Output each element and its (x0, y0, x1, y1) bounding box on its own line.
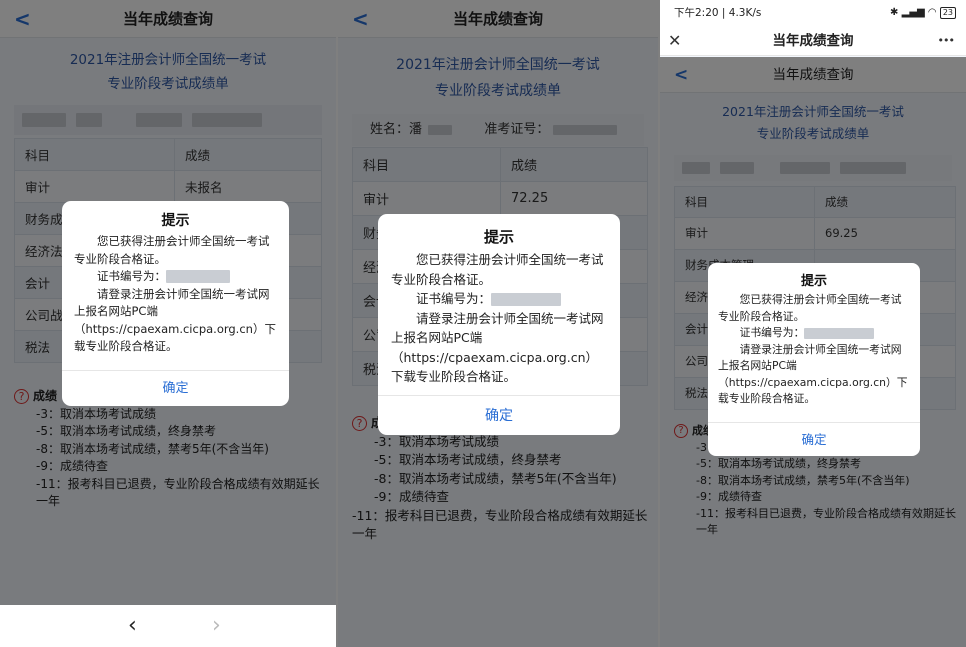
dialog-text-1: 您已获得注册会计师全国统一考试专业阶段合格证。 (718, 292, 910, 325)
screenshot-panel-1: < 当年成绩查询 2021年注册会计师全国统一考试 专业阶段考试成绩单 科目 成… (0, 0, 336, 647)
dialog-body: 您已获得注册会计师全国统一考试专业阶段合格证。 证书编号为： 请登录注册会计师全… (378, 248, 620, 387)
redacted-cert-number (166, 270, 230, 283)
signal-icon: ▂▄▆ (902, 7, 925, 18)
status-time: 下午2:20 | 4.3K/s (674, 7, 761, 19)
dialog-body: 您已获得注册会计师全国统一考试专业阶段合格证。 证书编号为： 请登录注册会计师全… (708, 291, 920, 408)
more-icon[interactable]: ••• (938, 26, 954, 56)
cert-label: 证书编号为： (97, 269, 166, 283)
dialog-text-1: 您已获得注册会计师全国统一考试专业阶段合格证。 (74, 233, 277, 268)
dialog-text-2: 请登录注册会计师全国统一考试网上报名网站PC端（https://cpaexam.… (391, 309, 607, 387)
browser-top-bar: ✕ 当年成绩查询 ••• (660, 26, 966, 56)
confirm-button[interactable]: 确定 (62, 370, 289, 406)
dialog-title: 提示 (62, 211, 289, 231)
nav-prev-icon[interactable]: ‹ (128, 605, 137, 647)
status-bar: 下午2:20 | 4.3K/s ✱ ▂▄▆ ◠ 23 (660, 0, 966, 26)
dialog-title: 提示 (708, 272, 920, 291)
redacted-cert-number (804, 328, 874, 339)
confirm-button[interactable]: 确定 (708, 422, 920, 456)
cert-label: 证书编号为： (416, 291, 491, 306)
redacted-cert-number (491, 293, 561, 306)
dialog-text-2: 请登录注册会计师全国统一考试网上报名网站PC端（https://cpaexam.… (74, 286, 277, 356)
confirm-button[interactable]: 确定 (378, 395, 620, 435)
browser-title: 当年成绩查询 (660, 26, 966, 56)
dialog-body: 您已获得注册会计师全国统一考试专业阶段合格证。 证书编号为： 请登录注册会计师全… (62, 231, 289, 356)
dialog-title: 提示 (378, 226, 620, 248)
nav-next-icon[interactable]: › (212, 605, 221, 647)
alert-dialog: 提示 您已获得注册会计师全国统一考试专业阶段合格证。 证书编号为： 请登录注册会… (62, 201, 289, 406)
bluetooth-icon: ✱ (890, 7, 898, 18)
screenshot-panel-2: < 当年成绩查询 2021年注册会计师全国统一考试 专业阶段考试成绩单 姓名：潘… (338, 0, 658, 647)
screenshot-panel-3: 下午2:20 | 4.3K/s ✱ ▂▄▆ ◠ 23 ✕ 当年成绩查询 ••• … (660, 0, 966, 647)
battery-icon: 23 (940, 7, 956, 19)
browser-bottom-bar: ‹ › (0, 605, 336, 647)
wifi-icon: ◠ (928, 7, 937, 18)
dialog-text-1: 您已获得注册会计师全国统一考试专业阶段合格证。 (391, 250, 607, 289)
dialog-text-2: 请登录注册会计师全国统一考试网上报名网站PC端（https://cpaexam.… (718, 342, 910, 408)
alert-dialog: 提示 您已获得注册会计师全国统一考试专业阶段合格证。 证书编号为： 请登录注册会… (378, 214, 620, 435)
cert-label: 证书编号为： (740, 326, 805, 339)
alert-dialog: 提示 您已获得注册会计师全国统一考试专业阶段合格证。 证书编号为： 请登录注册会… (708, 263, 920, 456)
status-icons: ✱ ▂▄▆ ◠ 23 (890, 0, 956, 26)
